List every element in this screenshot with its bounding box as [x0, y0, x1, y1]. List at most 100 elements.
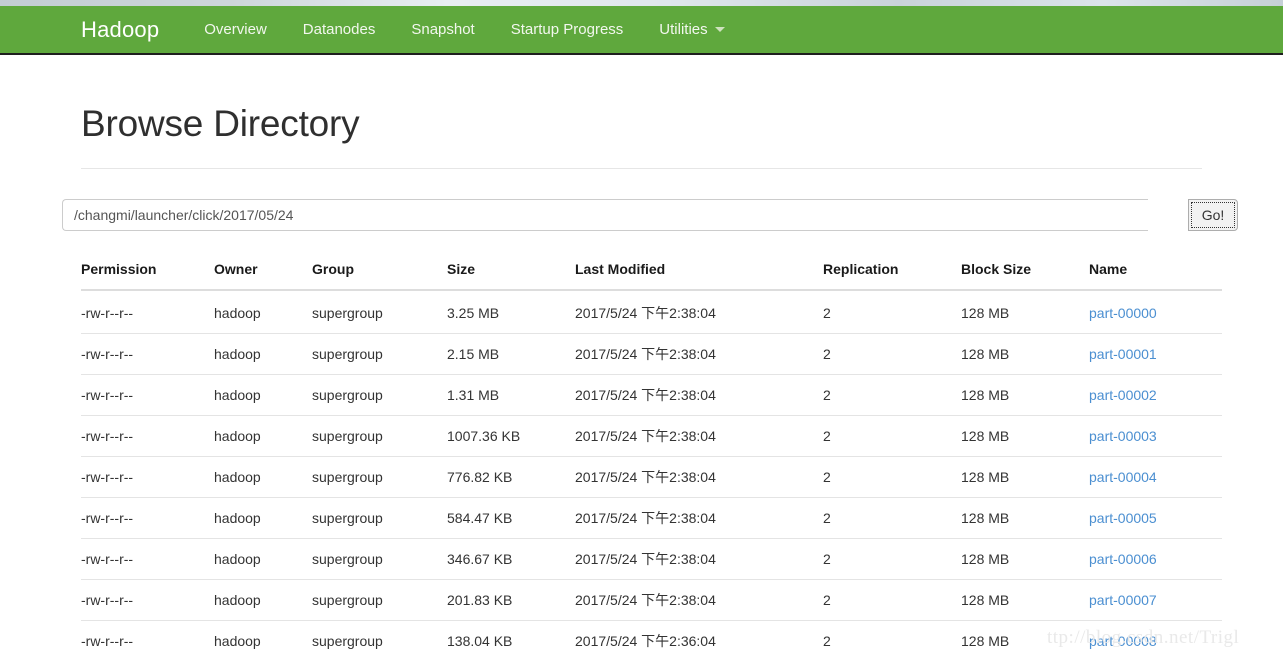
- file-name-link[interactable]: part-00004: [1089, 469, 1157, 485]
- cell-block-size: 128 MB: [961, 374, 1089, 416]
- cell-permission: -rw-r--r--: [81, 456, 214, 498]
- cell-owner: hadoop: [214, 620, 312, 659]
- cell-size: 201.83 KB: [447, 579, 575, 621]
- cell-group: supergroup: [312, 538, 447, 580]
- cell-permission: -rw-r--r--: [81, 497, 214, 539]
- hadoop-brand-link[interactable]: Hadoop: [81, 17, 159, 43]
- cell-last-modified: 2017/5/24 下午2:38:04: [575, 497, 823, 539]
- cell-group: supergroup: [312, 333, 447, 375]
- cell-last-modified: 2017/5/24 下午2:38:04: [575, 415, 823, 457]
- cell-replication: 2: [823, 497, 961, 539]
- cell-permission: -rw-r--r--: [81, 579, 214, 621]
- cell-group: supergroup: [312, 305, 383, 321]
- cell-group: supergroup: [312, 415, 447, 457]
- cell-replication: 2: [823, 305, 831, 321]
- column-header-size: Size: [447, 253, 575, 291]
- file-name-link[interactable]: part-00006: [1089, 551, 1157, 567]
- cell-size: 1007.36 KB: [447, 415, 575, 457]
- cell-block-size: 128 MB: [961, 305, 1010, 321]
- cell-name: part-00005: [1089, 497, 1222, 539]
- cell-name: part-00006: [1089, 538, 1222, 580]
- cell-replication: 2: [823, 579, 961, 621]
- file-name-link[interactable]: part-00000: [1089, 305, 1157, 321]
- table-row: -rw-r--r-- hadoop supergroup 3.25 MB 2017/5/…: [81, 290, 1222, 334]
- file-table-container: Permission Owner Group Size Last Modifie…: [81, 253, 1222, 659]
- browse-directory-page: Hadoop Overview Datanodes Snapshot Start…: [0, 0, 1283, 659]
- file-name-link[interactable]: part-00001: [1089, 346, 1157, 362]
- cell-replication: 2: [823, 620, 961, 659]
- table-row: -rw-r--r-- hadoop supergroup 138.04 KB 2017/…: [81, 620, 1222, 659]
- cell-group: supergroup: [312, 374, 447, 416]
- cell-replication: 2: [823, 333, 961, 375]
- cell-name: part-00008: [1089, 620, 1222, 659]
- table-row: -rw-r--r-- hadoop supergroup 2.15 MB 2017/5/…: [81, 333, 1222, 375]
- table-row: -rw-r--r-- hadoop supergroup 201.83 KB 2017/…: [81, 579, 1222, 621]
- page-title: Browse Directory: [81, 103, 360, 144]
- file-name-link[interactable]: part-00007: [1089, 592, 1157, 608]
- cell-group: supergroup: [312, 497, 447, 539]
- cell-group: supergroup: [312, 620, 447, 659]
- file-name-link[interactable]: part-00008: [1089, 633, 1157, 649]
- cell-owner: hadoop: [214, 305, 261, 321]
- cell-block-size: 128 MB: [961, 579, 1089, 621]
- nav-item-utilities[interactable]: Utilities: [659, 21, 725, 38]
- cell-block-size: 128 MB: [961, 415, 1089, 457]
- cell-owner: hadoop: [214, 374, 312, 416]
- nav-item-overview-label: Overview: [204, 21, 267, 38]
- column-header-name: Name: [1089, 253, 1222, 291]
- table-row: -rw-r--r-- hadoop supergroup 346.67 KB 2017/…: [81, 538, 1222, 580]
- nav-item-datanodes[interactable]: Datanodes: [303, 21, 376, 38]
- cell-last-modified: 2017/5/24 下午2:38:04: [575, 538, 823, 580]
- cell-owner: hadoop: [214, 538, 312, 580]
- cell-replication: 2: [823, 374, 961, 416]
- file-table-header-row: Permission Owner Group Size Last Modifie…: [81, 253, 1222, 291]
- cell-last-modified: 2017/5/24 下午2:38:04: [575, 374, 823, 416]
- column-header-owner: Owner: [214, 253, 312, 291]
- chevron-down-icon: [714, 27, 725, 32]
- cell-name: part-00007: [1089, 579, 1222, 621]
- cell-permission: -rw-r--r--: [81, 415, 214, 457]
- file-table-body: -rw-r--r-- hadoop supergroup 3.25 MB 2017/5/…: [81, 290, 1222, 659]
- cell-size: 3.25 MB: [447, 305, 500, 321]
- cell-name: part-00001: [1089, 333, 1222, 375]
- cell-name: part-00004: [1089, 456, 1222, 498]
- cell-size: 584.47 KB: [447, 497, 575, 539]
- column-header-block-size: Block Size: [961, 253, 1089, 291]
- column-header-group: Group: [312, 253, 447, 291]
- cell-replication: 2: [823, 456, 961, 498]
- cell-permission: -rw-r--r--: [81, 538, 214, 580]
- column-header-last-modified: Last Modified: [575, 253, 823, 291]
- cell-last-modified: 2017/5/24 下午2:36:04: [575, 620, 823, 659]
- table-row: -rw-r--r-- hadoop supergroup 776.82 KB 2017/…: [81, 456, 1222, 498]
- nav-item-overview[interactable]: Overview: [204, 21, 267, 38]
- nav-item-datanodes-label: Datanodes: [302, 21, 376, 38]
- cell-last-modified: 2017/5/24 下午2:38:04: [575, 333, 823, 375]
- file-name-link[interactable]: part-00002: [1089, 387, 1157, 403]
- cell-group: supergroup: [312, 456, 447, 498]
- nav-item-startup-progress-label: Startup Progress: [510, 21, 624, 38]
- nav-item-startup-progress[interactable]: Startup Progress: [511, 21, 624, 38]
- cell-owner: hadoop: [214, 456, 312, 498]
- directory-path-input[interactable]: [62, 199, 1148, 231]
- cell-block-size: 128 MB: [961, 333, 1089, 375]
- cell-name: part-00000: [1089, 290, 1222, 334]
- cell-size: 2.15 MB: [447, 333, 575, 375]
- cell-permission: -rw-r--r--: [81, 305, 134, 321]
- cell-block-size: 128 MB: [961, 497, 1089, 539]
- file-name-link[interactable]: part-00003: [1089, 428, 1157, 444]
- cell-name: part-00002: [1089, 374, 1222, 416]
- cell-owner: hadoop: [214, 415, 312, 457]
- go-button[interactable]: Go!: [1188, 199, 1238, 231]
- cell-permission: -rw-r--r--: [81, 374, 214, 416]
- column-header-replication: Replication: [823, 253, 961, 291]
- cell-permission: -rw-r--r--: [81, 620, 214, 659]
- cell-last-modified: 2017/5/24 下午2:38:04: [575, 456, 823, 498]
- file-name-link[interactable]: part-00005: [1089, 510, 1157, 526]
- cell-size: 776.82 KB: [447, 456, 575, 498]
- table-row: -rw-r--r-- hadoop supergroup 1007.36 KB 2017…: [81, 415, 1222, 457]
- nav-item-snapshot[interactable]: Snapshot: [411, 21, 474, 38]
- cell-owner: hadoop: [214, 579, 312, 621]
- cell-block-size: 128 MB: [961, 456, 1089, 498]
- cell-owner: hadoop: [214, 497, 312, 539]
- cell-replication: 2: [823, 415, 961, 457]
